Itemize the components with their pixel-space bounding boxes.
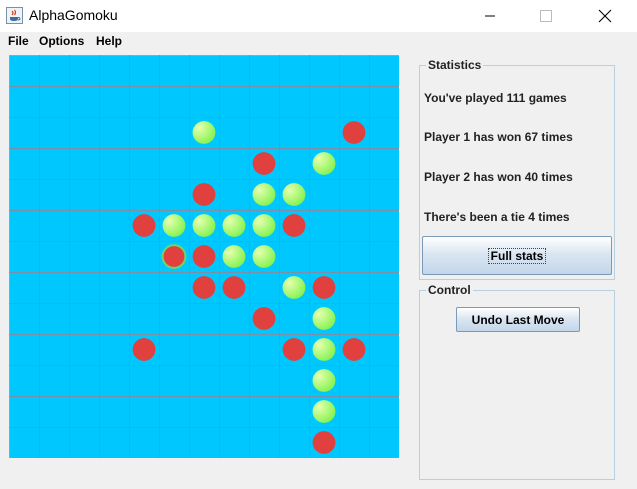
green-stone [162,214,186,237]
red-stone [312,276,336,299]
green-stone [312,369,336,392]
green-stone [282,183,306,206]
red-stone [192,276,216,299]
red-stone [192,183,216,206]
red-stone [282,338,306,361]
green-stone [252,214,276,237]
title-bar: AlphaGomoku [0,0,637,32]
green-stone [222,214,246,237]
red-stone [252,307,276,330]
red-stone [312,431,336,454]
control-title: Control [426,283,473,297]
red-stone [252,152,276,175]
red-stone [132,214,156,237]
red-stone [222,276,246,299]
java-icon [6,7,23,24]
player2-wins-text: Player 2 has won 40 times [424,170,573,184]
red-stone [282,214,306,237]
board-canvas[interactable] [9,55,399,458]
undo-last-move-label: Undo Last Move [471,312,565,327]
green-stone [312,152,336,175]
undo-last-move-button[interactable]: Undo Last Move [456,307,580,332]
red-stone [342,121,366,144]
games-played-text: You've played 111 games [424,91,567,105]
close-button[interactable] [582,0,628,32]
red-stone [161,244,187,269]
menu-bar: File Options Help [0,32,637,52]
red-stone [342,338,366,361]
green-stone [192,121,216,144]
green-stone [192,214,216,237]
green-stone [282,276,306,299]
close-icon [598,9,612,23]
control-panel: Control Undo Last Move [419,283,615,480]
green-stone [312,338,336,361]
minimize-button[interactable] [467,0,513,32]
green-stone [252,183,276,206]
red-stone [132,338,156,361]
full-stats-button[interactable]: Full stats [422,236,612,275]
statistics-title: Statistics [426,58,484,72]
game-board[interactable] [9,55,399,458]
full-stats-label: Full stats [487,247,547,264]
green-stone [312,400,336,423]
green-stone [312,307,336,330]
minimize-icon [485,15,495,17]
menu-help[interactable]: Help [96,34,122,48]
window-title: AlphaGomoku [29,7,118,23]
player1-wins-text: Player 1 has won 67 times [424,130,573,144]
green-stone [222,245,246,268]
ties-text: There's been a tie 4 times [424,210,570,224]
menu-options[interactable]: Options [39,34,84,48]
green-stone [252,245,276,268]
red-stone [192,245,216,268]
maximize-button[interactable] [523,0,569,32]
statistics-panel: Statistics You've played 111 games Playe… [419,58,615,280]
menu-file[interactable]: File [8,34,29,48]
maximize-icon [540,10,552,22]
